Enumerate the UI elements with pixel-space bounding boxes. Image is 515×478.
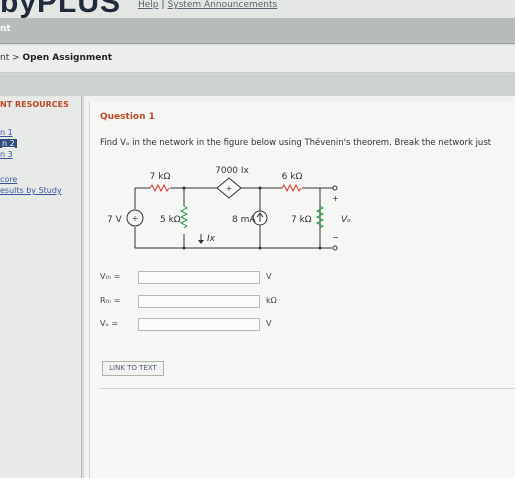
header-links: Help | System Announcements: [138, 0, 277, 10]
label-dependent-source: 7000 Ix: [215, 166, 249, 176]
vo-input[interactable]: [138, 318, 260, 331]
question-panel: Question 1 Find Vₒ in the network in the…: [89, 102, 515, 478]
resistor-7k-top: [149, 183, 170, 193]
vth-label: Vₜₕ =: [100, 272, 121, 281]
label-r3: 5 kΩ: [160, 215, 181, 225]
divider: [100, 388, 515, 389]
top-bar: byPLUS Help | System Announcements: [0, 0, 515, 19]
label-r4: 7 kΩ: [291, 215, 312, 225]
main-content: Question 1 Find Vₒ in the network in the…: [84, 96, 515, 478]
breadcrumb-separator: >: [12, 53, 20, 63]
sidebar-item-2[interactable]: n 2: [0, 139, 17, 148]
rth-input[interactable]: [138, 295, 260, 308]
rth-label: Rₜₕ =: [100, 296, 121, 305]
link-to-text-button[interactable]: LINK TO TEXT: [102, 361, 164, 376]
vo-unit: V: [266, 319, 272, 328]
question-text: Find Vₒ in the network in the figure bel…: [100, 138, 492, 148]
label-r2: 6 kΩ: [282, 172, 303, 182]
app-logo: byPLUS: [0, 0, 122, 19]
label-r1: 7 kΩ: [150, 172, 171, 182]
breadcrumb: nt > Open Assignment: [0, 45, 515, 73]
voltage-source-sign: +: [132, 214, 139, 223]
header-link-separator: |: [161, 0, 165, 10]
system-announcements-link[interactable]: System Announcements: [168, 0, 278, 10]
vth-unit: V: [266, 272, 272, 281]
sidebar-item-score[interactable]: core: [0, 175, 17, 184]
terminal-plus: +: [332, 194, 339, 203]
resistor-5k: [179, 205, 189, 229]
dependent-source-sign: +: [226, 184, 233, 193]
terminal-minus: −: [332, 233, 339, 242]
sidebar-item-1[interactable]: n 1: [0, 128, 13, 137]
section-band: [0, 74, 515, 96]
question-title: Question 1: [100, 112, 155, 122]
circuit-diagram: + + 7 kΩ 7000 Ix 6 kΩ 7 V 5 kΩ 8 mA 7 kΩ…: [107, 166, 351, 251]
label-vo: Vₒ: [341, 215, 351, 225]
sidebar-item-3[interactable]: n 3: [0, 150, 13, 159]
help-link[interactable]: Help: [138, 0, 159, 10]
breadcrumb-parent[interactable]: nt: [0, 53, 9, 63]
label-vsource: 7 V: [107, 215, 123, 225]
label-ix: Ix: [207, 234, 216, 244]
sidebar-title: NT RESOURCES: [0, 100, 69, 109]
vth-input[interactable]: [138, 271, 260, 284]
resistor-6k: [281, 183, 302, 193]
label-isource: 8 mA: [232, 215, 256, 225]
nav-tab-assignment[interactable]: nt: [0, 24, 11, 34]
nav-bar: nt: [0, 18, 515, 44]
vo-label: Vₒ =: [100, 319, 119, 328]
sidebar-item-results-by-study[interactable]: esults by Study: [0, 186, 62, 195]
rth-unit: kΩ: [266, 296, 277, 305]
sidebar: NT RESOURCES n 1 n 2 n 3 core esults by …: [0, 96, 82, 478]
breadcrumb-current: Open Assignment: [22, 53, 113, 63]
